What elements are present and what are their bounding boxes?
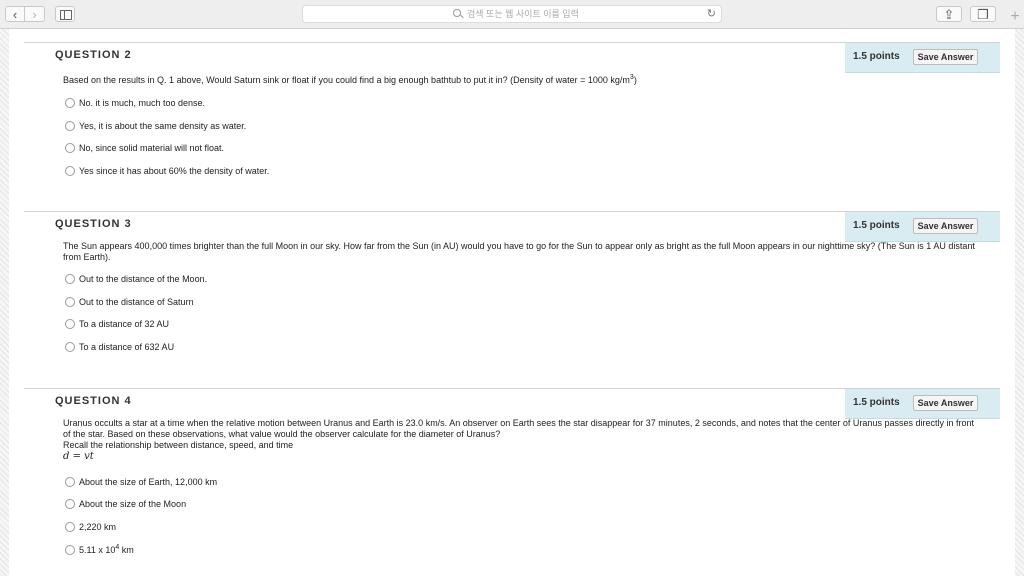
radio-button[interactable] [65,297,75,307]
question-text-main: Based on the results in Q. 1 above, Woul… [63,75,630,85]
back-button[interactable]: ‹ [5,6,25,22]
reload-icon[interactable]: ↻ [707,8,716,20]
question-title: QUESTION 2 [55,49,132,61]
save-answer-button[interactable]: Save Answer [913,49,978,65]
sidebar-toggle-button[interactable] [55,6,75,22]
radio-button[interactable] [65,274,75,284]
points-label: 1.5 points [853,51,900,62]
browser-toolbar: ‹ › 검색 또는 웹 사이트 이름 입력 ↻ ⇪ ❐ [0,0,1024,29]
question-3: QUESTION 3 1.5 points Save Answer The Su… [24,211,1000,387]
address-bar[interactable]: 검색 또는 웹 사이트 이름 입력 ↻ [302,5,722,23]
points-box: 1.5 points Save Answer [845,389,1000,419]
sidebar-icon [60,10,72,20]
option-label: Out to the distance of Saturn [79,297,194,307]
quiz-content: QUESTION 2 1.5 points Save Answer Based … [9,29,1015,576]
option-label-base: 5.11 x 10 [79,545,116,555]
points-box: 1.5 points Save Answer [845,43,1000,73]
option-label: No. it is much, much too dense. [79,98,206,108]
radio-button[interactable] [65,522,75,532]
radio-button[interactable] [65,545,75,555]
radio-button[interactable] [65,477,75,487]
share-icon: ⇪ [943,7,955,22]
option-label: 2,220 km [79,522,117,532]
points-label: 1.5 points [853,220,900,231]
formula: d = vt [63,451,94,462]
option-label: To a distance of 32 AU [79,319,170,329]
address-placeholder: 검색 또는 웹 사이트 이름 입력 [467,9,579,19]
save-answer-button[interactable]: Save Answer [913,218,978,234]
radio-button[interactable] [65,319,75,329]
radio-button[interactable] [65,166,75,176]
tabs-overview-button[interactable]: ❐ [970,6,996,22]
points-label: 1.5 points [853,397,900,408]
forward-button[interactable]: › [25,6,45,22]
question-text: Uranus occults a star at a time when the… [63,418,977,462]
radio-button[interactable] [65,499,75,509]
tabs-icon: ❐ [977,7,989,22]
points-box: 1.5 points Save Answer [845,212,1000,242]
option-label: Yes, it is about the same density as wat… [79,121,247,131]
question-text-end: ) [633,75,637,85]
question-text: The Sun appears 400,000 times brighter t… [63,241,975,262]
save-answer-button[interactable]: Save Answer [913,395,978,411]
question-title: QUESTION 4 [55,395,132,407]
option-label: 5.11 x 104 km [79,544,134,556]
question-recall-text: Recall the relationship between distance… [63,440,294,450]
option-label: About the size of the Moon [79,499,187,509]
chevron-left-icon: ‹ [12,7,18,22]
option-label: To a distance of 632 AU [79,342,175,352]
plus-icon: + [1010,8,1020,25]
chevron-right-icon: › [32,7,37,22]
option-label: Out to the distance of the Moon. [79,274,208,284]
radio-button[interactable] [65,143,75,153]
question-2: QUESTION 2 1.5 points Save Answer Based … [24,42,1000,211]
radio-button[interactable] [65,121,75,131]
option-label: No, since solid material will not float. [79,143,225,153]
question-text: Based on the results in Q. 1 above, Woul… [63,74,977,86]
radio-button[interactable] [65,98,75,108]
option-label: About the size of Earth, 12,000 km [79,477,218,487]
share-button[interactable]: ⇪ [936,6,962,22]
radio-button[interactable] [65,342,75,352]
option-label-unit: km [119,545,134,555]
question-4: QUESTION 4 1.5 points Save Answer Uranus… [24,388,1000,577]
option-label: Yes since it has about 60% the density o… [79,166,270,176]
question-text-main: Uranus occults a star at a time when the… [63,418,974,439]
search-icon [453,9,461,17]
question-title: QUESTION 3 [55,218,132,230]
